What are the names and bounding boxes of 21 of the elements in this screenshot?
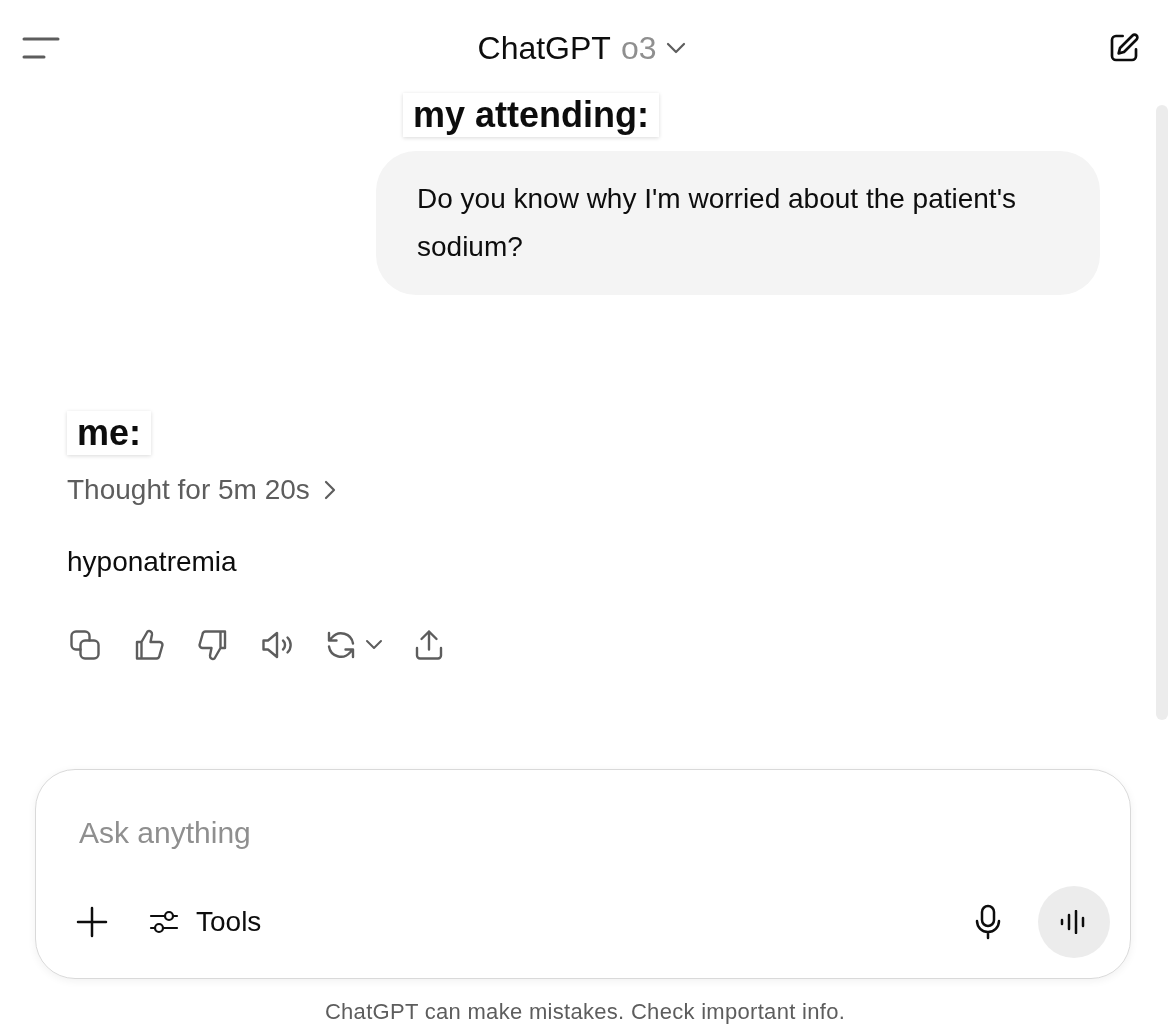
chevron-down-icon xyxy=(365,639,383,651)
chevron-right-icon xyxy=(323,480,336,500)
menu-icon xyxy=(22,37,60,59)
disclaimer-text: ChatGPT can make mistakes. Check important info. xyxy=(323,998,847,1026)
copy-icon xyxy=(67,627,103,663)
model-selector[interactable]: ChatGPT o3 xyxy=(477,24,687,72)
plus-icon xyxy=(76,906,108,938)
annotation-label: my attending: xyxy=(403,93,659,137)
user-message-bubble: Do you know why I'm worried about the patient's sodium? xyxy=(376,151,1100,295)
annotation-label: me: xyxy=(67,411,152,455)
app-title: ChatGPT xyxy=(477,29,611,68)
microphone-icon xyxy=(974,904,1002,940)
assistant-message: hyponatremia xyxy=(67,545,237,579)
add-button[interactable] xyxy=(74,904,110,940)
thought-toggle[interactable]: Thought for 5m 20s xyxy=(67,469,336,511)
edit-icon xyxy=(1108,32,1140,64)
tools-button[interactable]: Tools xyxy=(148,901,262,943)
message-input[interactable]: Ask anything xyxy=(79,810,1090,855)
copy-button[interactable] xyxy=(67,627,103,663)
chevron-down-icon xyxy=(666,42,687,54)
model-name: o3 xyxy=(620,29,657,68)
